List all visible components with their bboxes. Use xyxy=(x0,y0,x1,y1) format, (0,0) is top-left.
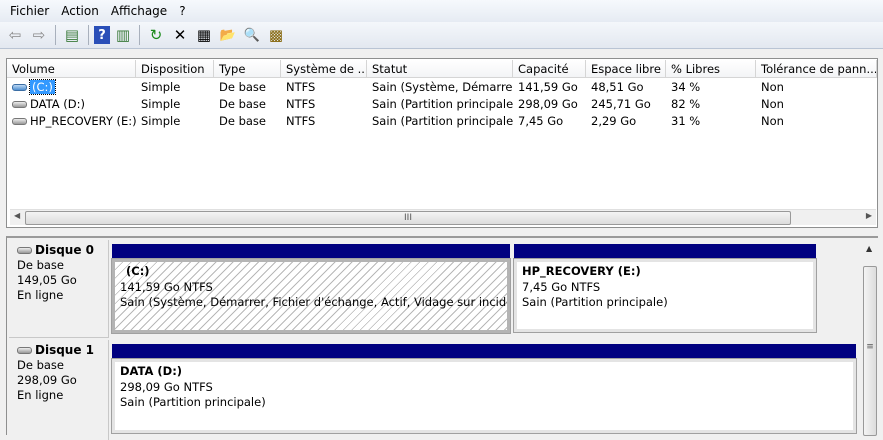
table-cell[interactable]: Simple xyxy=(136,113,214,130)
table-cell[interactable]: De base xyxy=(214,79,281,96)
disk-type: De base xyxy=(17,358,64,372)
table-cell[interactable]: 141,59 Go xyxy=(513,79,586,96)
column-header-percent-free[interactable]: % Libres xyxy=(666,60,756,78)
volume-name: HP_RECOVERY (E:) xyxy=(30,114,136,128)
help-icon[interactable]: ? xyxy=(94,26,110,44)
volume-name-cell[interactable]: HP_RECOVERY (E:) xyxy=(7,113,136,130)
partition-e[interactable]: HP_RECOVERY (E:) 7,45 Go NTFS Sain (Part… xyxy=(513,258,817,333)
menu-help[interactable]: ? xyxy=(173,0,191,22)
disk-size: 298,09 Go xyxy=(17,373,77,387)
column-header-disposition[interactable]: Disposition xyxy=(136,60,214,78)
disk-0-label[interactable]: Disque 0 De base 149,05 Go En ligne xyxy=(9,240,109,338)
table-cell[interactable]: NTFS xyxy=(281,113,367,130)
open-icon[interactable]: 📂 xyxy=(217,24,239,46)
disk-status: En ligne xyxy=(17,388,64,402)
table-cell[interactable]: Simple xyxy=(136,79,214,96)
column-header-type[interactable]: Type xyxy=(214,60,281,78)
table-cell[interactable]: 34 % xyxy=(666,79,756,96)
toolbar: ⇦ ⇨ ▤ ? ▥ ↻ ✕ ▦ 📂 🔍 ▩ xyxy=(0,22,883,49)
table-cell[interactable]: De base xyxy=(214,96,281,113)
volume-list: Volume Disposition Type Système de ... S… xyxy=(6,58,878,228)
column-header-volume[interactable]: Volume xyxy=(7,60,136,78)
partition-size: 298,09 Go NTFS xyxy=(120,379,213,394)
table-cell[interactable]: 48,51 Go xyxy=(586,79,666,96)
disk-name: Disque 0 xyxy=(35,243,95,257)
disk-size: 149,05 Go xyxy=(17,273,77,287)
table-cell[interactable]: 245,71 Go xyxy=(586,96,666,113)
toolbar-separator xyxy=(139,25,140,45)
disk-drive-icon xyxy=(17,247,32,254)
partition-status: Sain (Partition principale) xyxy=(522,295,668,309)
disk-1-label[interactable]: Disque 1 De base 298,09 Go En ligne xyxy=(9,340,109,440)
disk-drive-icon xyxy=(17,347,32,354)
disk-status: En ligne xyxy=(17,288,64,302)
table-cell[interactable]: Sain (Partition principale) xyxy=(367,113,513,130)
table-cell[interactable]: 2,29 Go xyxy=(586,113,666,130)
partition-e-bar xyxy=(514,244,816,258)
disk-settings-icon[interactable]: ▩ xyxy=(265,24,287,46)
menu-bar: Fichier Action Affichage ? xyxy=(0,0,883,22)
partition-c-bar xyxy=(112,244,510,258)
table-cell[interactable]: 7,45 Go xyxy=(513,113,586,130)
partition-d[interactable]: DATA (D:) 298,09 Go NTFS Sain (Partition… xyxy=(111,358,857,434)
disk-name: Disque 1 xyxy=(35,343,95,357)
partition-title: (C:) xyxy=(126,264,150,278)
partition-status: Sain (Système, Démarrer, Fichier d'échan… xyxy=(120,295,507,309)
volume-name: DATA (D:) xyxy=(30,97,85,111)
column-header-filesystem[interactable]: Système de ... xyxy=(281,60,367,78)
table-cell[interactable]: Simple xyxy=(136,96,214,113)
forward-arrow-icon[interactable]: ⇨ xyxy=(28,24,50,46)
table-cell[interactable]: Sain (Partition principale) xyxy=(367,96,513,113)
horizontal-scroll-thumb[interactable]: III xyxy=(25,211,791,225)
menu-fichier[interactable]: Fichier xyxy=(4,0,55,22)
refresh-icon[interactable]: ↻ xyxy=(145,24,167,46)
partition-status: Sain (Partition principale) xyxy=(120,395,266,409)
table-cell[interactable]: Sain (Système, Démarre... xyxy=(367,79,513,96)
vertical-scrollbar[interactable]: ▲ ≡ xyxy=(862,238,878,437)
action-pane-icon[interactable]: ▥ xyxy=(112,24,134,46)
menu-action[interactable]: Action xyxy=(55,0,105,22)
menu-affichage[interactable]: Affichage xyxy=(105,0,173,22)
partition-c[interactable]: (C:) 141,59 Go NTFS Sain (Système, Démar… xyxy=(111,258,511,334)
console-tree-icon[interactable]: ▤ xyxy=(61,24,83,46)
drive-icon xyxy=(12,84,27,91)
partition-d-bar xyxy=(112,344,856,358)
scroll-right-arrow-icon[interactable]: ▶ xyxy=(866,211,872,220)
volume-name: (C:) xyxy=(29,79,56,95)
partition-size: 7,45 Go NTFS xyxy=(522,279,601,294)
table-cell[interactable]: NTFS xyxy=(281,96,367,113)
drive-icon xyxy=(12,118,27,125)
partition-title: HP_RECOVERY (E:) xyxy=(522,264,641,278)
scroll-left-arrow-icon[interactable]: ◀ xyxy=(14,211,20,220)
table-cell[interactable]: 82 % xyxy=(666,96,756,113)
vertical-scroll-thumb[interactable]: ≡ xyxy=(863,266,877,436)
column-header-fault-tolerance[interactable]: Tolérance de pann... xyxy=(756,60,877,78)
toolbar-separator xyxy=(88,25,89,45)
properties-icon[interactable]: ▦ xyxy=(193,24,215,46)
volume-name-cell[interactable]: DATA (D:) xyxy=(7,96,136,113)
partition-size: 141,59 Go NTFS xyxy=(120,279,213,294)
disk-graphical-view: Disque 0 De base 149,05 Go En ligne (C:)… xyxy=(6,236,878,440)
table-cell[interactable]: NTFS xyxy=(281,79,367,96)
table-cell[interactable]: Non xyxy=(756,96,877,113)
toolbar-separator xyxy=(55,25,56,45)
table-cell[interactable]: De base xyxy=(214,113,281,130)
volume-name-cell[interactable]: (C:) xyxy=(7,79,136,96)
back-arrow-icon[interactable]: ⇦ xyxy=(4,24,26,46)
column-header-free-space[interactable]: Espace libre xyxy=(586,60,666,78)
explore-icon[interactable]: 🔍 xyxy=(241,24,263,46)
scroll-up-arrow-icon[interactable]: ▲ xyxy=(866,244,872,253)
disk-type: De base xyxy=(17,258,64,272)
column-header-capacity[interactable]: Capacité xyxy=(513,60,586,78)
table-cell[interactable]: Non xyxy=(756,113,877,130)
drive-icon xyxy=(12,101,27,108)
horizontal-scrollbar[interactable]: ◀ III ▶ xyxy=(10,209,876,225)
table-cell[interactable]: 298,09 Go xyxy=(513,96,586,113)
delete-icon[interactable]: ✕ xyxy=(169,24,191,46)
table-cell[interactable]: 31 % xyxy=(666,113,756,130)
partition-title: DATA (D:) xyxy=(120,364,183,378)
column-header-status[interactable]: Statut xyxy=(367,60,513,78)
table-cell[interactable]: Non xyxy=(756,79,877,96)
